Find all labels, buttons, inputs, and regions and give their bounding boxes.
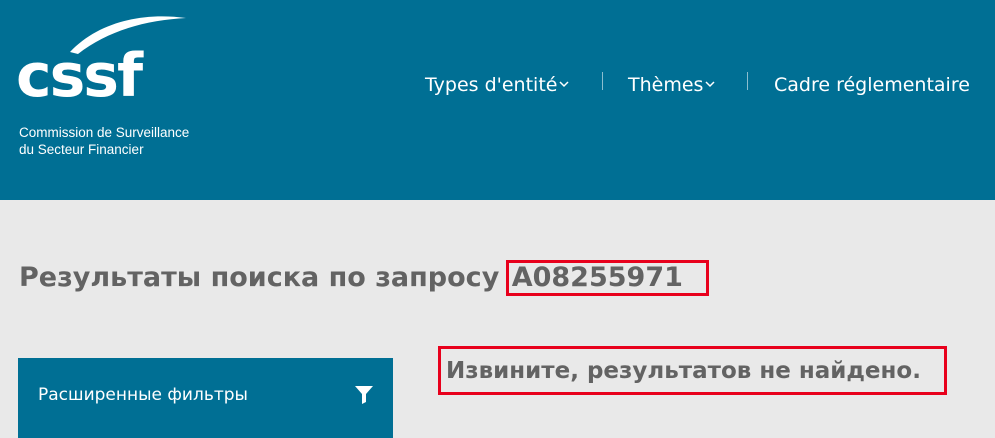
search-query-highlight: A08255971 bbox=[505, 260, 709, 296]
nav-item-label: Thèmes bbox=[628, 74, 704, 96]
logo-subtitle: Commission de Surveillance du Secteur Fi… bbox=[19, 124, 219, 158]
advanced-filters-label: Расширенные фильтры bbox=[38, 385, 248, 405]
nav-item-cadre-reglementaire[interactable]: Cadre réglementaire bbox=[774, 70, 970, 100]
no-results-message: Извините, результатов не найдено. bbox=[446, 358, 921, 384]
nav-divider bbox=[602, 72, 603, 90]
chevron-down-icon bbox=[559, 81, 569, 88]
advanced-filters-toggle[interactable]: Расширенные фильтры bbox=[18, 358, 393, 438]
no-results-box: Извините, результатов не найдено. bbox=[438, 346, 947, 395]
logo-subtitle-line-1: Commission de Surveillance bbox=[19, 125, 190, 140]
logo-subtitle-line-2: du Secteur Financier bbox=[19, 142, 144, 157]
nav-item-label: Cadre réglementaire bbox=[774, 74, 970, 96]
results-title-prefix: Результаты поиска по запросу bbox=[19, 262, 500, 293]
nav-item-types-entite[interactable]: Types d'entité bbox=[425, 70, 569, 100]
main-nav: Types d'entité Thèmes Cadre réglementair… bbox=[0, 70, 995, 100]
results-title: Результаты поиска по запросу A08255971 bbox=[19, 260, 709, 296]
chevron-down-icon bbox=[705, 81, 715, 88]
nav-item-label: Types d'entité bbox=[425, 74, 558, 96]
nav-item-themes[interactable]: Thèmes bbox=[628, 70, 715, 100]
nav-divider bbox=[747, 72, 748, 90]
funnel-icon bbox=[355, 386, 373, 404]
site-header: cssf Commission de Surveillance du Secte… bbox=[0, 0, 995, 200]
